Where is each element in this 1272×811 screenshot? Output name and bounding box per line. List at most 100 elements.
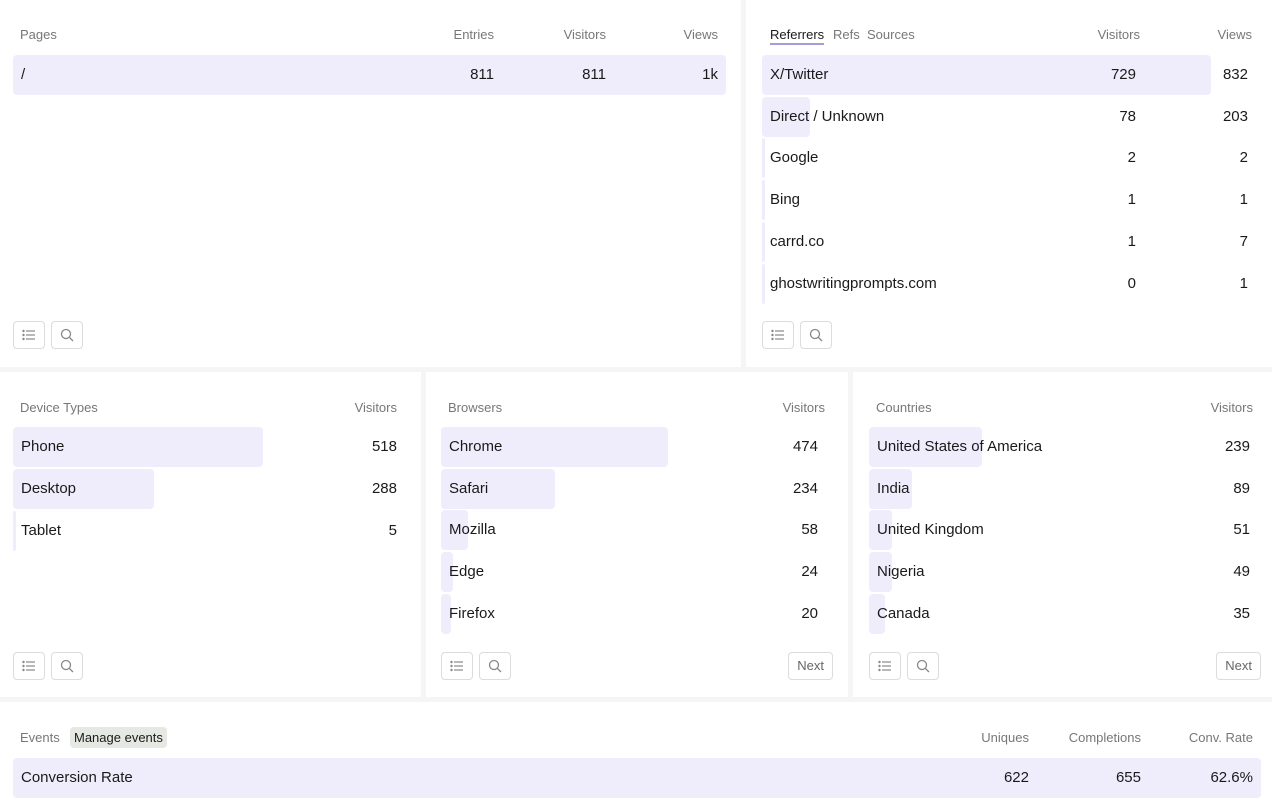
item-label[interactable]: Edge <box>449 552 484 592</box>
list-item[interactable]: Desktop 288 <box>13 469 408 509</box>
list-view-button[interactable] <box>13 652 45 680</box>
list-view-button[interactable] <box>441 652 473 680</box>
item-label[interactable]: United Kingdom <box>877 510 984 550</box>
search-button[interactable] <box>51 321 83 349</box>
list-item[interactable]: Firefox 20 <box>441 593 833 634</box>
pages-col-views[interactable]: Views <box>684 27 718 42</box>
list-item[interactable]: Phone 518 <box>13 427 408 467</box>
views-value: 1 <box>1239 274 1248 292</box>
visitors-value: 811 <box>582 66 606 83</box>
list-item[interactable]: Bing 1 1 <box>762 180 1260 221</box>
views-value: 1k <box>702 66 718 83</box>
search-button[interactable] <box>800 321 832 349</box>
visitors-value: 5 <box>388 522 397 539</box>
share-bar <box>762 138 765 179</box>
item-label[interactable]: carrd.co <box>770 222 824 262</box>
visitors-value: 0 <box>1127 274 1136 292</box>
search-button[interactable] <box>51 652 83 680</box>
list-item[interactable]: Edge 24 <box>441 552 833 593</box>
event-name[interactable]: Conversion Rate <box>21 758 133 798</box>
list-item[interactable]: ghostwritingprompts.com 0 1 <box>762 263 1260 304</box>
events-title: Events <box>20 730 60 745</box>
views-value: 7 <box>1239 232 1248 250</box>
list-icon <box>878 660 891 672</box>
item-label[interactable]: United States of America <box>877 427 1042 467</box>
pages-col-visitors[interactable]: Visitors <box>564 27 606 42</box>
tab-refs[interactable]: Refs <box>833 27 860 42</box>
pages-col-entries[interactable]: Entries <box>454 27 494 42</box>
list-item[interactable]: Canada 35 <box>869 593 1261 634</box>
list-item[interactable]: United States of America 239 <box>869 427 1261 467</box>
search-button[interactable] <box>479 652 511 680</box>
item-label[interactable]: Chrome <box>449 427 502 467</box>
manage-events-button[interactable]: Manage events <box>70 727 167 748</box>
item-label[interactable]: Google <box>770 138 818 178</box>
visitors-value: 288 <box>371 480 397 497</box>
item-label[interactable]: Safari <box>449 469 488 509</box>
referrers-col-visitors[interactable]: Visitors <box>1098 27 1140 42</box>
visitors-value: 49 <box>1233 563 1250 581</box>
list-item[interactable]: Google 2 2 <box>762 138 1260 179</box>
list-view-button[interactable] <box>762 321 794 349</box>
item-label[interactable]: Desktop <box>21 469 76 509</box>
visitors-value: 20 <box>801 604 818 622</box>
list-item[interactable]: Tablet 5 <box>13 511 408 551</box>
item-label[interactable]: Tablet <box>21 511 61 551</box>
referrers-col-views[interactable]: Views <box>1218 27 1252 42</box>
item-label[interactable]: Firefox <box>449 594 495 634</box>
list-item[interactable]: United Kingdom 51 <box>869 510 1261 551</box>
list-item[interactable]: Direct / Unknown 78 203 <box>762 96 1260 137</box>
list-item[interactable]: X/Twitter 729 832 <box>762 55 1260 95</box>
item-label[interactable]: Mozilla <box>449 510 496 550</box>
item-label[interactable]: Nigeria <box>877 552 925 592</box>
item-label[interactable]: Bing <box>770 180 800 220</box>
next-page-button[interactable]: Next <box>788 652 833 680</box>
list-item[interactable]: India 89 <box>869 468 1261 509</box>
search-button[interactable] <box>907 652 939 680</box>
list-icon <box>450 660 463 672</box>
browsers-col-visitors[interactable]: Visitors <box>783 400 825 415</box>
next-page-button[interactable]: Next <box>1216 652 1261 680</box>
visitors-value: 729 <box>1110 66 1136 83</box>
share-bar <box>13 758 1261 798</box>
visitors-value: 1 <box>1127 232 1136 250</box>
search-icon <box>60 659 74 673</box>
tab-referrers[interactable]: Referrers <box>770 27 825 45</box>
browsers-panel: Browsers Visitors Chrome 474 Safari 234 Mozi… <box>426 372 848 697</box>
list-item[interactable]: carrd.co 1 7 <box>762 221 1260 262</box>
share-bar <box>762 221 765 262</box>
item-label[interactable]: India <box>877 469 910 509</box>
table-row[interactable]: / 811 811 1k <box>13 55 726 95</box>
devices-panel: Device Types Visitors Phone 518 Desktop 288… <box>0 372 421 697</box>
item-label[interactable]: Canada <box>877 594 930 634</box>
item-label[interactable]: ghostwritingprompts.com <box>770 264 937 304</box>
table-row[interactable]: Conversion Rate 622 655 62.6% <box>13 758 1261 798</box>
views-value: 832 <box>1222 66 1248 83</box>
list-item[interactable]: Nigeria 49 <box>869 552 1261 593</box>
events-col-rate[interactable]: Conv. Rate <box>1189 730 1253 745</box>
devices-title: Device Types <box>20 400 98 415</box>
share-bar <box>762 55 1211 95</box>
item-label[interactable]: X/Twitter <box>770 55 828 95</box>
visitors-value: 51 <box>1233 521 1250 539</box>
list-item[interactable]: Safari 234 <box>441 468 833 509</box>
visitors-value: 239 <box>1224 438 1250 455</box>
list-item[interactable]: Chrome 474 <box>441 427 833 467</box>
list-item[interactable]: Mozilla 58 <box>441 510 833 551</box>
pages-panel: Pages Entries Visitors Views / 811 811 1… <box>0 0 741 367</box>
countries-col-visitors[interactable]: Visitors <box>1211 400 1253 415</box>
visitors-value: 78 <box>1119 107 1136 125</box>
page-path[interactable]: / <box>21 55 25 95</box>
share-bar <box>13 55 726 95</box>
visitors-value: 234 <box>792 479 818 497</box>
list-view-button[interactable] <box>869 652 901 680</box>
visitors-value: 2 <box>1127 149 1136 167</box>
tab-sources[interactable]: Sources <box>867 27 915 42</box>
list-icon <box>22 329 35 341</box>
list-view-button[interactable] <box>13 321 45 349</box>
events-col-completions[interactable]: Completions <box>1069 730 1141 745</box>
item-label[interactable]: Phone <box>21 427 64 467</box>
events-col-uniques[interactable]: Uniques <box>981 730 1029 745</box>
item-label[interactable]: Direct / Unknown <box>770 97 884 137</box>
devices-col-visitors[interactable]: Visitors <box>355 400 397 415</box>
